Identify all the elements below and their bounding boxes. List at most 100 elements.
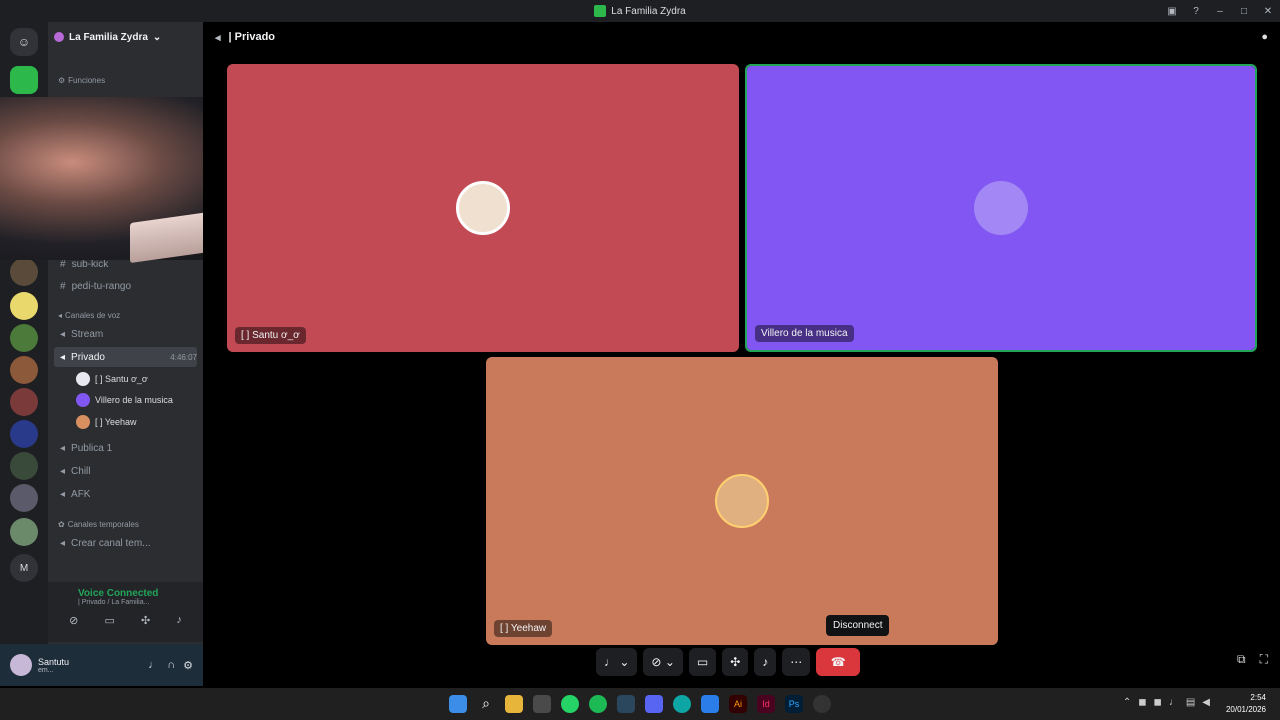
file-explorer-icon[interactable] [505, 695, 523, 713]
chevron-down-icon: ⌄ [664, 655, 675, 669]
server-icon[interactable] [10, 452, 38, 480]
help-icon[interactable]: ? [1184, 6, 1208, 17]
channel-label: Crear canal tem... [71, 537, 151, 549]
hang-up-icon: ☎ [830, 655, 846, 669]
channel-label: Chill [71, 465, 91, 477]
search-icon[interactable]: ⌕ [477, 695, 495, 713]
server-icon[interactable] [10, 324, 38, 352]
mute-button[interactable]: ♩ ⌄ [596, 648, 638, 676]
tray-app-icon[interactable]: ◼ [1138, 697, 1146, 708]
voice-user-name: [ ] Santu ơ_ơ [95, 374, 148, 384]
server-header[interactable]: La Familia Zydra ⌄ [48, 22, 203, 52]
discord-home-icon[interactable]: ☺ [10, 28, 38, 56]
activities-icon[interactable]: ✣ [141, 614, 150, 627]
server-icon[interactable] [10, 292, 38, 320]
category-temporales[interactable]: ✿ Canales temporales [58, 520, 139, 529]
start-icon[interactable] [449, 695, 467, 713]
edge-icon[interactable] [673, 695, 691, 713]
indesign-icon[interactable]: Id [757, 695, 775, 713]
illustrator-icon[interactable]: Ai [729, 695, 747, 713]
taskbar-clock[interactable]: 2:54 20/01/2026 [1226, 692, 1266, 716]
mic-icon[interactable]: ♩ [148, 659, 159, 672]
voice-channel-path[interactable]: | Privado / La Familia... [56, 599, 195, 606]
channel-label: sub-kick [71, 258, 109, 270]
voice-channel-publica-1[interactable]: ◂ Publica 1 [58, 438, 197, 458]
participant-tile-santu[interactable]: [ ] Santu ơ_ơ [227, 64, 739, 352]
avatar[interactable] [10, 654, 32, 676]
category-label: Funciones [68, 76, 106, 85]
server-name: La Familia Zydra [69, 31, 148, 43]
server-icon[interactable] [10, 356, 38, 384]
whatsapp-icon[interactable] [561, 695, 579, 713]
channel-label: pedi-tu-rango [71, 280, 132, 292]
voice-channel-crear[interactable]: ◂ Crear canal tem... [58, 533, 197, 553]
server-icon[interactable] [10, 420, 38, 448]
mic-icon[interactable]: ♩ [1169, 697, 1179, 708]
server-icon[interactable] [10, 258, 38, 286]
call-duration: 4:46:07 [170, 352, 197, 362]
voice-channel-stream[interactable]: ◂ Stream [58, 324, 197, 344]
screen-share-icon: ▭ [696, 655, 709, 669]
camera-button[interactable]: ⊘ ⌄ [643, 648, 683, 676]
voice-call-stage: ◂ | Privado ● [ ] Santu ơ_ơ Villero de l… [203, 22, 1280, 686]
soundboard-button[interactable]: ♪ [754, 648, 777, 676]
server-zydra-icon[interactable] [10, 66, 38, 94]
soundboard-icon[interactable]: ♪ [176, 614, 182, 627]
inbox-icon[interactable]: ▣ [1160, 6, 1184, 17]
server-icon[interactable] [10, 388, 38, 416]
close-button[interactable]: ✕ [1256, 6, 1280, 17]
voice-channel-privado[interactable]: ◂ Privado 4:46:07 [54, 347, 197, 367]
minimize-button[interactable]: – [1208, 6, 1232, 17]
network-icon[interactable]: ▤ [1186, 697, 1195, 708]
category-voz[interactable]: ◂ Canales de voz [58, 311, 120, 320]
popout-icon[interactable]: ⧉ [1237, 652, 1246, 667]
voice-user[interactable]: [ ] Yeehaw [76, 412, 197, 432]
hash-icon: # [60, 280, 66, 292]
photoshop-icon[interactable]: Ps [785, 695, 803, 713]
category-funciones[interactable]: ⚙ Funciones [58, 76, 105, 85]
camera-off-icon[interactable]: ⊘ [69, 614, 78, 627]
participant-tile-villero[interactable]: Villero de la musica [745, 64, 1257, 352]
participant-avatar [974, 181, 1028, 235]
volume-icon[interactable]: ◀ [1202, 697, 1210, 708]
speaker-icon: ◂ [60, 465, 66, 477]
more-options-button[interactable]: ⋯ [782, 648, 811, 676]
screen-share-button[interactable]: ▭ [688, 648, 717, 676]
app-icon[interactable] [701, 695, 719, 713]
server-icon[interactable] [10, 518, 38, 546]
discord-icon[interactable] [645, 695, 663, 713]
text-channel-pedi-tu-rango[interactable]: # pedi-tu-rango [58, 276, 197, 296]
voice-user[interactable]: [ ] Santu ơ_ơ [76, 369, 197, 389]
maximize-button[interactable]: □ [1232, 6, 1256, 17]
app-icon[interactable] [533, 695, 551, 713]
tray-app-icon[interactable]: ◼ [1154, 697, 1162, 708]
app-icon[interactable] [813, 695, 831, 713]
chat-icon[interactable]: ● [1261, 31, 1268, 43]
chevron-up-icon[interactable]: ⌃ [1123, 697, 1131, 708]
steam-icon[interactable] [617, 695, 635, 713]
server-m-icon[interactable]: M [10, 554, 38, 582]
voice-channel-chill[interactable]: ◂ Chill [58, 461, 197, 481]
screen-share-icon[interactable]: ▭ [104, 614, 114, 627]
clock-time: 2:54 [1250, 693, 1266, 702]
participant-nameplate: [ ] Yeehaw [494, 620, 553, 637]
window-controls: ▣ ? – □ ✕ [1160, 0, 1280, 22]
windows-taskbar: ⌕ Ai Id Ps ⌃ ◼ ◼ ♩ ▤ ◀ 2:54 20/01/2026 [0, 688, 1280, 720]
voice-user[interactable]: Villero de la musica [76, 390, 197, 410]
spotify-icon[interactable] [589, 695, 607, 713]
mic-icon: ♩ [604, 655, 616, 669]
server-icon[interactable] [10, 484, 38, 512]
activities-button[interactable]: ✣ [722, 648, 749, 676]
headset-icon[interactable]: ∩ [167, 659, 175, 672]
voice-channel-afk[interactable]: ◂ AFK [58, 484, 197, 504]
window-title: La Familia Zydra [594, 5, 686, 17]
channel-label: Publica 1 [71, 442, 113, 454]
channel-label: Privado [71, 351, 105, 363]
settings-gear-icon[interactable]: ⚙ [183, 659, 193, 672]
fullscreen-icon[interactable]: ⛶ [1260, 652, 1268, 667]
speaker-icon: ◂ [60, 537, 66, 549]
server-badge-icon [54, 32, 64, 42]
participant-tile-yeehaw[interactable]: [ ] Yeehaw [486, 357, 998, 645]
disconnect-button[interactable]: ☎ [816, 648, 861, 676]
username: Santutu [38, 656, 70, 667]
